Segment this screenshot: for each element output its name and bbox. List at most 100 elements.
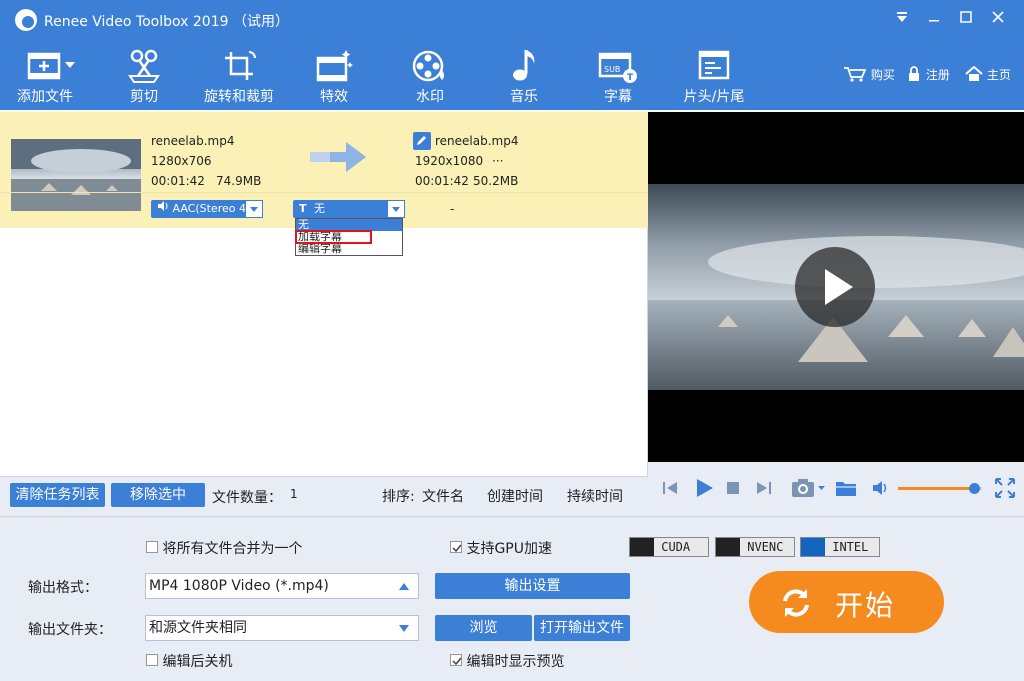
nvidia-icon xyxy=(630,538,654,556)
camera-icon[interactable] xyxy=(791,478,827,502)
music-icon xyxy=(504,48,544,84)
audio-track-value: AAC(Stereo 4 xyxy=(172,202,246,215)
next-icon[interactable] xyxy=(756,480,772,500)
output-resolution: 1920x1080 xyxy=(415,154,484,168)
chevron-down-icon[interactable] xyxy=(387,200,405,218)
volume-icon[interactable] xyxy=(872,480,890,500)
close-icon[interactable] xyxy=(986,8,1010,32)
output-folder-value: 和源文件夹相同 xyxy=(149,620,247,636)
file-list: reneelab.mp4 1280x706 00:01:42 74.9MB re… xyxy=(0,112,648,476)
convert-arrow-icon xyxy=(310,140,368,178)
browse-button[interactable]: 浏览 xyxy=(435,615,532,641)
nvenc-badge: NVENC xyxy=(715,537,795,557)
chevron-down-icon[interactable] xyxy=(245,200,263,218)
fullscreen-icon[interactable] xyxy=(994,477,1016,503)
play-overlay-button[interactable] xyxy=(795,247,875,327)
nvenc-label: NVENC xyxy=(747,540,784,554)
video-preview[interactable] xyxy=(648,112,1024,462)
app-logo-icon xyxy=(15,9,37,31)
audio-track-select[interactable]: AAC(Stereo 4 xyxy=(151,200,263,218)
main-toolbar: 添加文件 剪切 旋转和裁剪 特效 水印 音乐 SUB T 字幕 片头/片尾 购买… xyxy=(0,40,1024,110)
play-icon[interactable] xyxy=(694,478,714,502)
maximize-icon[interactable] xyxy=(954,8,978,32)
buy-link[interactable]: 购买 xyxy=(843,66,895,85)
volume-fill xyxy=(898,487,974,490)
watermark-icon xyxy=(410,48,450,84)
output-folder-select[interactable]: 和源文件夹相同 xyxy=(145,615,419,641)
subtitle-option-edit[interactable]: 编辑字幕 xyxy=(296,243,402,255)
folder-icon[interactable] xyxy=(835,479,857,501)
home-icon xyxy=(965,65,983,85)
output-more[interactable]: ··· xyxy=(492,154,503,168)
add-file-icon xyxy=(25,48,75,84)
start-label: 开始 xyxy=(835,589,896,622)
scissors-icon xyxy=(124,48,164,84)
minimize-icon[interactable] xyxy=(922,8,946,32)
toolbar-label: 剪切 xyxy=(130,89,158,105)
toolbar-effects[interactable]: 特效 xyxy=(300,40,368,110)
svg-text:SUB: SUB xyxy=(604,65,620,74)
source-duration: 00:01:42 xyxy=(151,174,205,188)
toolbar-label: 字幕 xyxy=(604,89,632,105)
effects-icon xyxy=(314,48,354,84)
output-size: 50.2MB xyxy=(473,174,519,188)
svg-text:T: T xyxy=(627,73,634,83)
toolbar-cut[interactable]: 剪切 xyxy=(110,40,178,110)
text-t-icon: T xyxy=(299,202,307,215)
clear-list-button[interactable]: 清除任务列表 xyxy=(10,483,105,507)
sort-by-created[interactable]: 创建时间 xyxy=(487,486,543,506)
list-action-bar: 清除任务列表 移除选中 文件数量： 1 排序: 文件名 创建时间 持续时间 xyxy=(0,476,648,516)
toolbar-rotate-crop[interactable]: 旋转和裁剪 xyxy=(198,40,280,110)
source-resolution: 1280x706 xyxy=(151,154,212,168)
subtitle-dropdown-list: 无 加载字幕 编辑字幕 xyxy=(295,218,403,256)
sort-by-duration[interactable]: 持续时间 xyxy=(567,486,623,506)
file-count-value: 1 xyxy=(290,487,298,501)
edit-output-icon[interactable] xyxy=(413,132,431,150)
shutdown-checkbox[interactable] xyxy=(146,654,158,666)
register-label: 注册 xyxy=(925,68,950,82)
dropdown-menu-icon[interactable] xyxy=(890,8,914,32)
merge-checkbox[interactable] xyxy=(146,541,158,553)
subtitle-icon: SUB T xyxy=(598,48,638,84)
start-button[interactable]: 开始 xyxy=(749,571,944,633)
shutdown-option[interactable]: 编辑后关机 xyxy=(146,651,232,671)
toolbar-subtitle[interactable]: SUB T 字幕 xyxy=(584,40,652,110)
prev-icon[interactable] xyxy=(662,480,678,500)
gpu-checkbox[interactable] xyxy=(450,541,462,553)
toolbar-label: 片头/片尾 xyxy=(683,89,745,105)
preview-checkbox[interactable] xyxy=(450,654,462,666)
buy-label: 购买 xyxy=(870,68,895,82)
cuda-label: CUDA xyxy=(661,540,691,554)
window-title: Renee Video Toolbox 2019 （试用） xyxy=(44,14,289,30)
open-output-folder-button[interactable]: 打开输出文件 xyxy=(534,615,630,641)
show-preview-option[interactable]: 编辑时显示预览 xyxy=(450,651,564,671)
subtitle-select[interactable]: T 无 xyxy=(293,200,405,218)
chevron-up-icon xyxy=(399,583,409,590)
intel-icon xyxy=(801,538,825,556)
gpu-accel-option[interactable]: 支持GPU加速 xyxy=(450,538,552,558)
output-settings-button[interactable]: 输出设置 xyxy=(435,573,630,599)
row-divider xyxy=(0,192,648,193)
toolbar-label: 水印 xyxy=(416,89,444,105)
subtitle-value: 无 xyxy=(314,202,326,215)
toolbar-add-file[interactable]: 添加文件 xyxy=(6,40,84,110)
merge-files-option[interactable]: 将所有文件合并为一个 xyxy=(146,538,302,558)
toolbar-label: 旋转和裁剪 xyxy=(204,89,274,105)
output-format-select[interactable]: MP4 1080P Video (*.mp4) xyxy=(145,573,419,599)
player-controls xyxy=(648,462,1024,516)
play-icon xyxy=(825,269,853,305)
toolbar-intro-outro[interactable]: 片头/片尾 xyxy=(676,40,752,110)
sort-by-filename[interactable]: 文件名 xyxy=(422,486,464,506)
watermark-status: - xyxy=(450,202,455,216)
remove-selected-button[interactable]: 移除选中 xyxy=(111,483,205,507)
register-link[interactable]: 注册 xyxy=(906,66,950,85)
home-link[interactable]: 主页 xyxy=(965,65,1011,85)
chevron-down-icon xyxy=(399,625,409,632)
intro-outro-icon xyxy=(694,48,734,84)
refresh-icon xyxy=(783,589,809,617)
file-row[interactable]: reneelab.mp4 1280x706 00:01:42 74.9MB re… xyxy=(0,112,648,228)
toolbar-watermark[interactable]: 水印 xyxy=(396,40,464,110)
toolbar-music[interactable]: 音乐 xyxy=(490,40,558,110)
volume-knob[interactable] xyxy=(968,483,980,494)
stop-icon[interactable] xyxy=(727,482,739,498)
